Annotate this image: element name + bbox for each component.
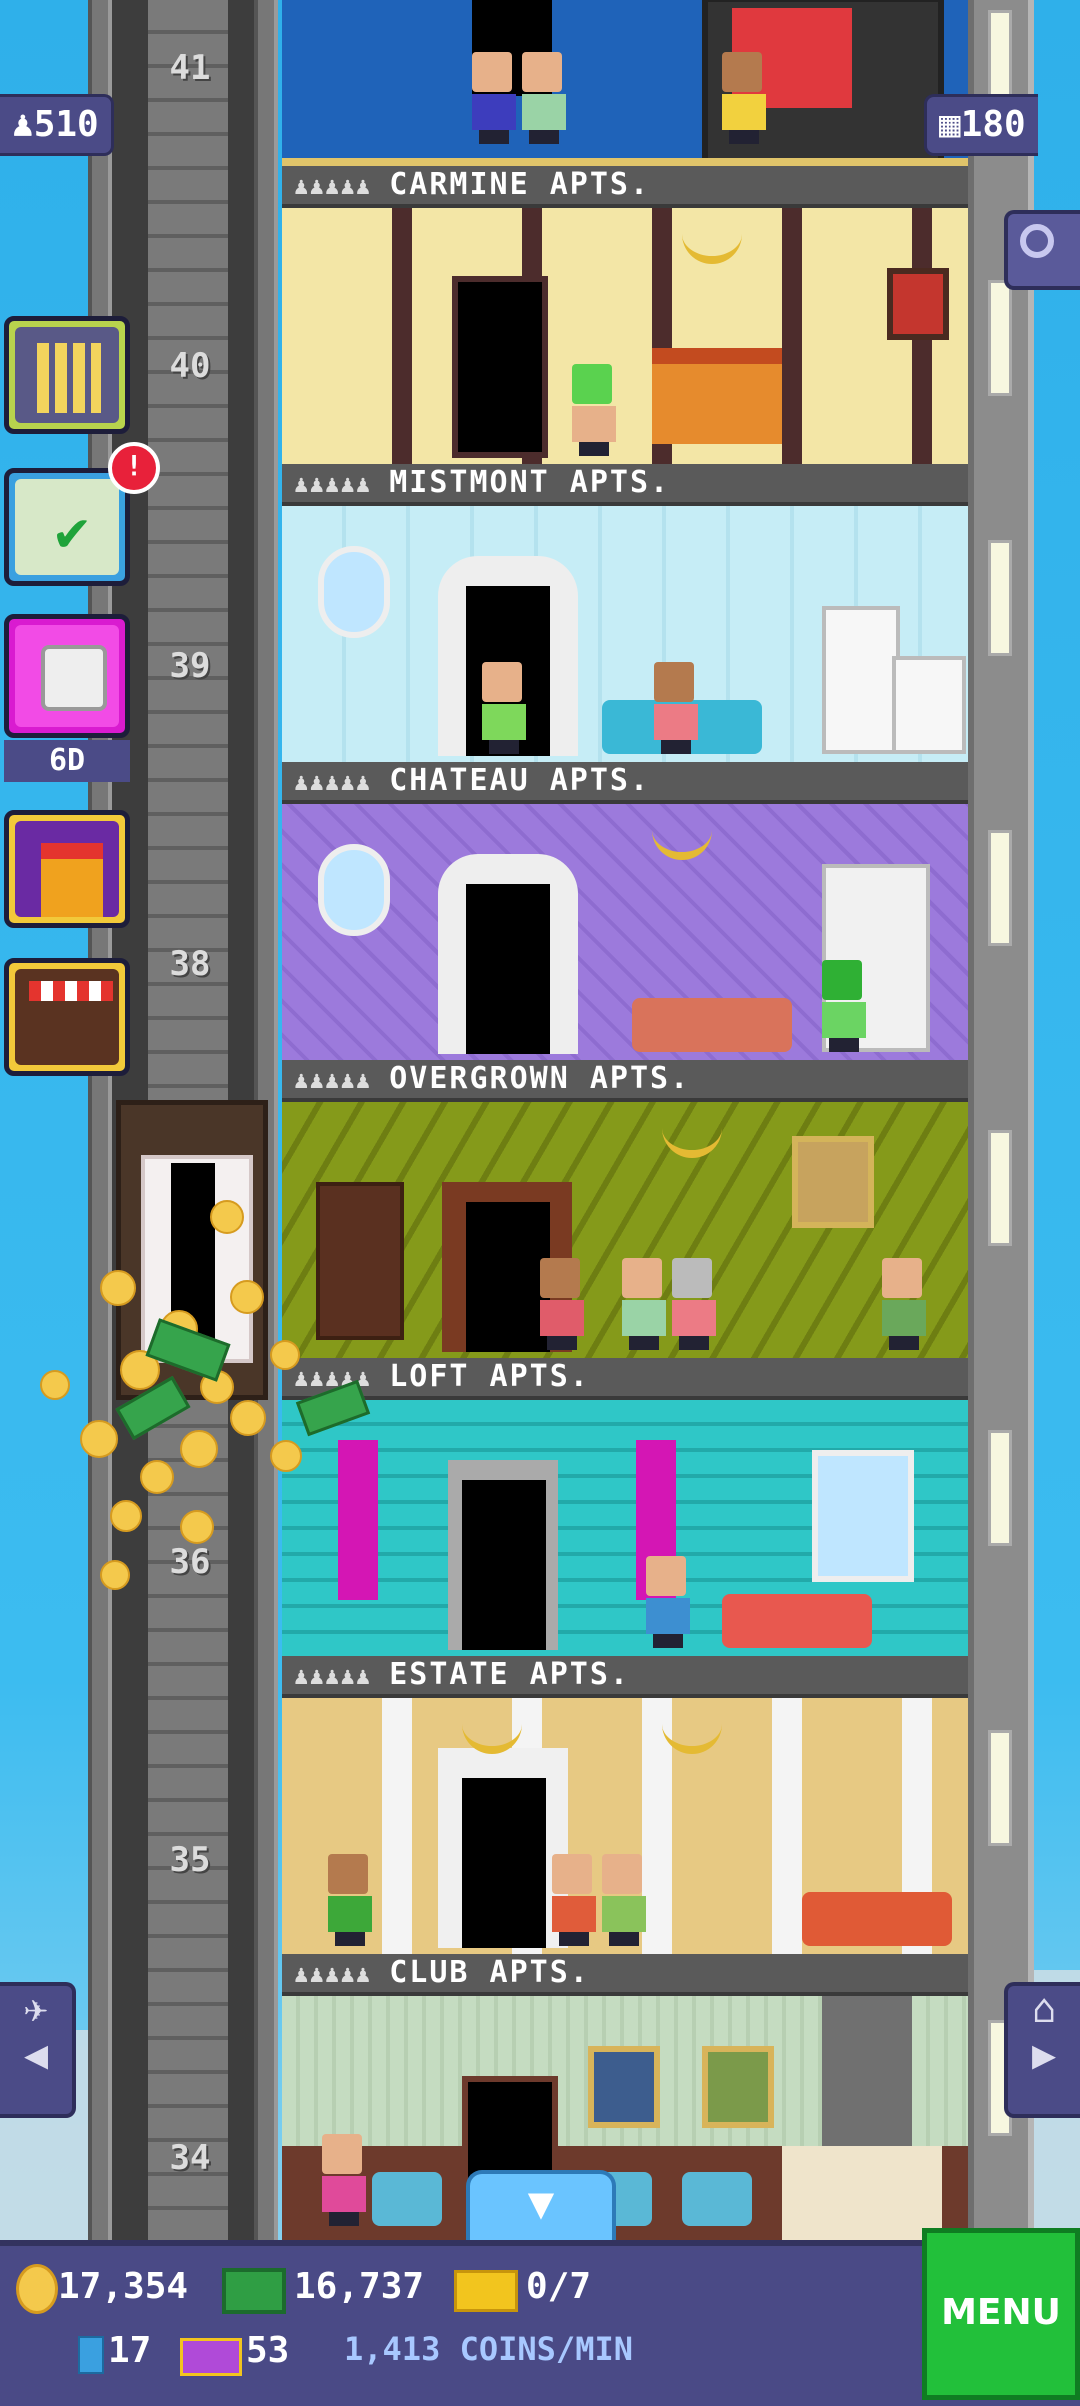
menu-button[interactable]: MENU	[922, 2228, 1080, 2400]
floor-number-41: 41	[169, 48, 211, 88]
home-nav-button[interactable]: ⌂ ▶	[1004, 1982, 1080, 2118]
floor-38-nameplate: ♟♟♟♟♟ OVERGROWN APTS.	[282, 1060, 968, 1102]
floor-40-nameplate: ♟♟♟♟♟ MISTMONT APTS.	[282, 464, 968, 506]
bux-icon[interactable]	[222, 2268, 286, 2314]
gift-button[interactable]	[4, 810, 130, 928]
gift-icon	[41, 843, 103, 917]
raffle-ticket-icon	[180, 2338, 242, 2376]
search-button[interactable]	[1004, 210, 1080, 290]
scroll-down-button[interactable]: ▼	[466, 2170, 616, 2240]
floor-35[interactable]	[282, 1698, 968, 1970]
vip-ticket-icon[interactable]	[454, 2270, 518, 2312]
rooms-counter[interactable]: ▦180	[924, 94, 1038, 156]
building-icon: ▦	[939, 104, 961, 145]
floor-35-nameplate: ♟♟♟♟♟ CLUB APTS.	[282, 1954, 968, 1996]
currency-bar: 17,354 16,737 0/7 17 53 1,413 COINS/MIN	[0, 2240, 1080, 2406]
floor-39[interactable]	[282, 506, 968, 778]
building-grid-icon	[37, 343, 101, 413]
missions-alert-badge: !	[108, 442, 160, 494]
rooms-value: 180	[960, 104, 1026, 145]
airport-nav-button[interactable]: ✈ ◀	[0, 1982, 76, 2118]
floor-number-36: 36	[169, 1542, 211, 1582]
roulette-timer: 6D	[4, 740, 130, 782]
arrow-left-icon: ◀	[23, 2032, 49, 2078]
house-icon: ⌂	[1031, 1986, 1057, 2032]
floor-34[interactable]	[282, 1996, 968, 2240]
checklist-icon: ✔	[55, 499, 89, 564]
floor-number-35: 35	[169, 1840, 211, 1880]
vip-tickets-value: 0/7	[526, 2266, 592, 2307]
floor-36-nameplate: ♟♟♟♟♟ ESTATE APTS.	[282, 1656, 968, 1698]
floor-number-40: 40	[169, 346, 211, 386]
coins-value: 17,354	[58, 2266, 189, 2307]
magnifier-icon	[1020, 224, 1054, 258]
chevron-down-icon: ▼	[527, 2178, 555, 2229]
floor-36[interactable]	[282, 1400, 968, 1672]
floor-41-nameplate: ♟♟♟♟♟ CARMINE APTS.	[282, 166, 968, 208]
bux-value: 16,737	[294, 2266, 425, 2307]
bitizen-card-icon	[78, 2336, 104, 2374]
floor-41[interactable]	[282, 0, 968, 168]
roulette-button[interactable]	[4, 614, 130, 738]
bitizen-cards-value: 17	[108, 2330, 152, 2371]
floor-37-nameplate: ♟♟♟♟♟ LOFT APTS.	[282, 1358, 968, 1400]
market-stall-icon	[29, 981, 113, 1001]
dice-icon	[41, 645, 107, 711]
arrow-right-icon: ▶	[1031, 2032, 1057, 2078]
tower-right-column	[968, 0, 1034, 2240]
floor-number-34: 34	[169, 2138, 211, 2178]
coin-icon	[16, 2264, 58, 2314]
person-icon: ♟	[12, 104, 34, 145]
floor-37[interactable]	[282, 1102, 968, 1374]
coin-burst[interactable]	[0, 0, 371, 1590]
floor-number-38: 38	[169, 944, 211, 984]
missions-button[interactable]: ✔	[4, 468, 130, 586]
build-floor-button[interactable]	[4, 316, 130, 434]
floor-39-nameplate: ♟♟♟♟♟ CHATEAU APTS.	[282, 762, 968, 804]
airplane-icon: ✈	[23, 1986, 49, 2032]
raffle-tickets-value: 53	[246, 2330, 290, 2371]
market-button[interactable]	[4, 958, 130, 1076]
floor-number-39: 39	[169, 646, 211, 686]
population-value: 510	[33, 104, 99, 145]
floor-40[interactable]	[282, 208, 968, 480]
floor-38[interactable]	[282, 804, 968, 1076]
population-counter[interactable]: ♟510	[0, 94, 114, 156]
income-rate: 1,413 COINS/MIN	[344, 2330, 633, 2368]
